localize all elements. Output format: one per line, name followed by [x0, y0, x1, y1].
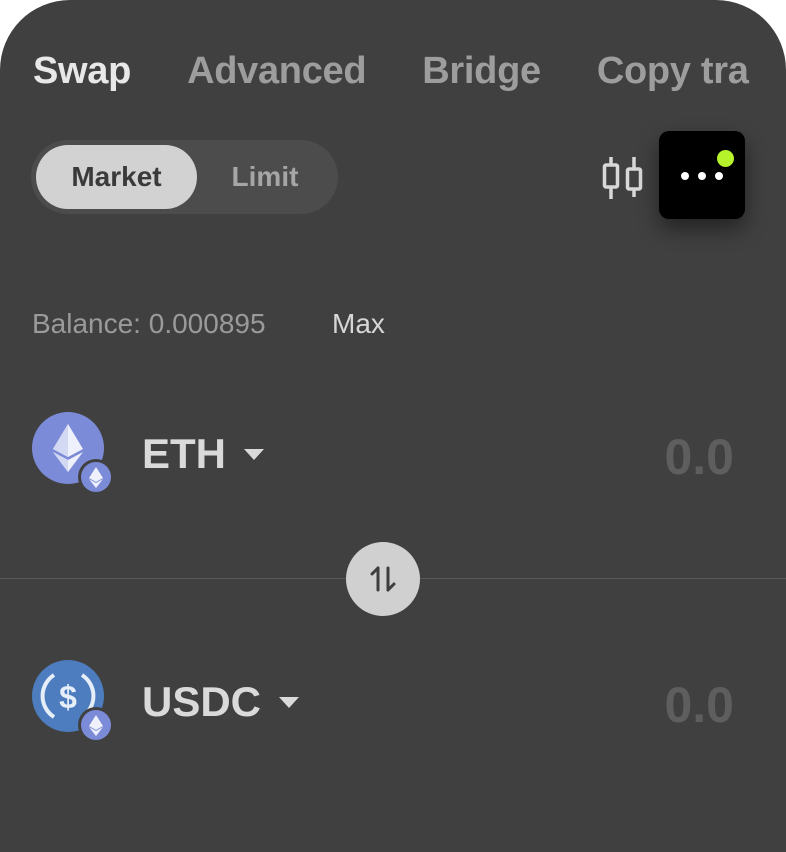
balance-label: Balance: 0.000895	[32, 308, 266, 339]
chevron-down-icon	[244, 448, 264, 460]
ethereum-icon	[32, 412, 114, 495]
svg-text:$: $	[59, 679, 77, 715]
market-button[interactable]: Market	[36, 145, 197, 209]
swap-card: Swap Advanced Bridge Copy tra Market Lim…	[0, 0, 786, 852]
to-token-symbol: USDC	[142, 678, 262, 725]
order-type-toggle: Market Limit	[31, 140, 338, 214]
candlestick-chart-icon[interactable]	[600, 155, 646, 201]
from-amount-input[interactable]	[534, 428, 734, 486]
more-options-button[interactable]	[659, 131, 745, 219]
swap-arrows-icon	[370, 566, 396, 592]
from-token-row: ETH	[32, 412, 752, 502]
tab-advanced[interactable]: Advanced	[187, 50, 367, 93]
more-dots-icon	[681, 172, 723, 180]
tab-swap[interactable]: Swap	[33, 50, 131, 93]
tab-bridge[interactable]: Bridge	[422, 50, 541, 93]
tab-bar: Swap Advanced Bridge Copy tra	[33, 50, 786, 93]
notification-dot	[717, 150, 734, 167]
swap-direction-button[interactable]	[346, 542, 420, 616]
from-token-selector[interactable]: ETH	[142, 430, 264, 478]
to-token-row: $ USDC	[32, 660, 752, 750]
limit-button[interactable]: Limit	[197, 145, 333, 209]
from-token-symbol: ETH	[142, 430, 226, 477]
to-amount-input[interactable]	[534, 676, 734, 734]
usdc-icon: $	[32, 660, 114, 743]
chevron-down-icon	[279, 696, 300, 708]
tab-copy-trade[interactable]: Copy tra	[597, 50, 749, 93]
to-token-selector[interactable]: USDC	[142, 678, 300, 726]
max-button[interactable]: Max	[332, 308, 385, 340]
